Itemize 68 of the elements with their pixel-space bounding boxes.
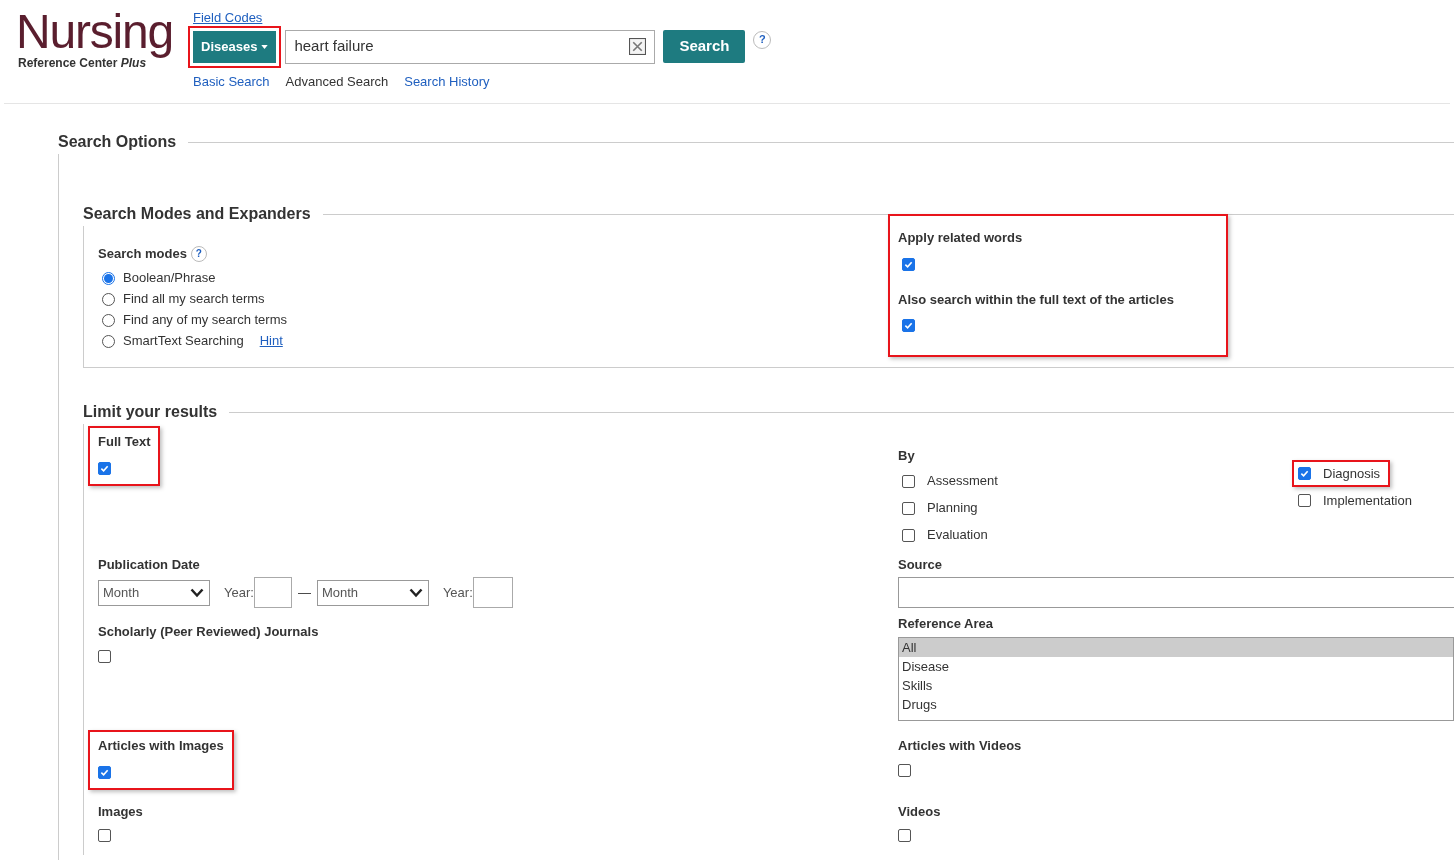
- checkbox[interactable]: [902, 319, 915, 332]
- field-label: Reference Area: [898, 615, 994, 633]
- checkbox[interactable]: [1298, 467, 1311, 480]
- option-label: Apply related words: [898, 229, 1024, 247]
- option-label: Also search within the full text of the articles: [898, 290, 1175, 309]
- search-field[interactable]: heart failure: [285, 29, 656, 64]
- checkbox[interactable]: [902, 257, 915, 271]
- checkbox[interactable]: [98, 829, 111, 842]
- list-option[interactable]: All: [899, 637, 1453, 657]
- option-label: SmartText Searching: [123, 332, 244, 351]
- year-label: Year:: [442, 583, 473, 602]
- option-label: Videos: [898, 802, 941, 821]
- radio-button[interactable]: [102, 292, 115, 306]
- option-label: Scholarly (Peer Reviewed) Journals: [98, 623, 319, 641]
- option-label: Articles with Images: [98, 737, 224, 755]
- section-title: Search Options: [58, 132, 177, 152]
- search-button[interactable]: Search: [663, 30, 746, 63]
- checkbox[interactable]: [902, 501, 915, 515]
- logo[interactable]: Nursing Reference Center Plus: [16, 8, 173, 72]
- checkbox[interactable]: [902, 474, 915, 488]
- option-label: Boolean/Phrase: [123, 269, 216, 288]
- field-dropdown[interactable]: Diseases: [193, 30, 277, 63]
- list-option[interactable]: Disease: [899, 656, 1453, 676]
- option-label: Diagnosis: [1323, 464, 1381, 483]
- radio-button[interactable]: [102, 313, 115, 327]
- field-label: Publication Date: [98, 555, 201, 574]
- option-label: Find any of my search terms: [123, 311, 287, 330]
- year-field[interactable]: [253, 577, 292, 608]
- field-label: Source: [898, 555, 944, 574]
- checkbox[interactable]: [98, 461, 111, 475]
- checkbox[interactable]: [902, 528, 915, 542]
- reference-area-listbox[interactable]: All Disease Skills Drugs: [898, 636, 1454, 721]
- nav-link[interactable]: Search History: [404, 71, 490, 91]
- checkbox[interactable]: [98, 649, 111, 663]
- year-label: Year:: [224, 583, 254, 602]
- option-label: Images: [98, 802, 143, 821]
- year-field[interactable]: [472, 577, 513, 608]
- hint-link[interactable]: Hint: [259, 331, 283, 351]
- checkbox[interactable]: [1298, 494, 1311, 507]
- option-label: Assessment: [927, 472, 998, 491]
- chevron-down-icon: [189, 587, 205, 598]
- source-field[interactable]: [898, 577, 1454, 608]
- clear-icon[interactable]: [629, 38, 647, 55]
- section-title: Search Modes and Expanders: [83, 204, 311, 224]
- option-label: Find all my search terms: [123, 290, 265, 309]
- option-label: Articles with Videos: [898, 737, 1022, 755]
- month-select[interactable]: Month: [98, 579, 210, 606]
- option-label: Planning: [927, 499, 978, 518]
- radio-button[interactable]: [102, 271, 115, 285]
- checkbox[interactable]: [98, 765, 111, 779]
- nav-link[interactable]: Basic Search: [193, 71, 270, 91]
- list-option[interactable]: Drugs: [899, 694, 1453, 714]
- field-label: Search modes: [98, 245, 187, 263]
- caret-icon: [261, 44, 269, 49]
- option-label: Full Text: [98, 433, 151, 451]
- month-select[interactable]: Month: [316, 579, 429, 606]
- field-label: By: [898, 447, 916, 465]
- option-label: Implementation: [1323, 491, 1412, 510]
- radio-button[interactable]: [102, 334, 115, 348]
- nav-link[interactable]: Advanced Search: [285, 71, 389, 91]
- date-separator: —: [297, 583, 311, 602]
- checkbox[interactable]: [898, 763, 911, 777]
- chevron-down-icon: [407, 587, 424, 598]
- list-option[interactable]: Skills: [899, 675, 1453, 695]
- section-title: Limit your results: [83, 402, 218, 422]
- field-codes-link[interactable]: Field Codes: [193, 8, 772, 28]
- checkbox[interactable]: [898, 829, 911, 842]
- option-label: Evaluation: [927, 526, 988, 545]
